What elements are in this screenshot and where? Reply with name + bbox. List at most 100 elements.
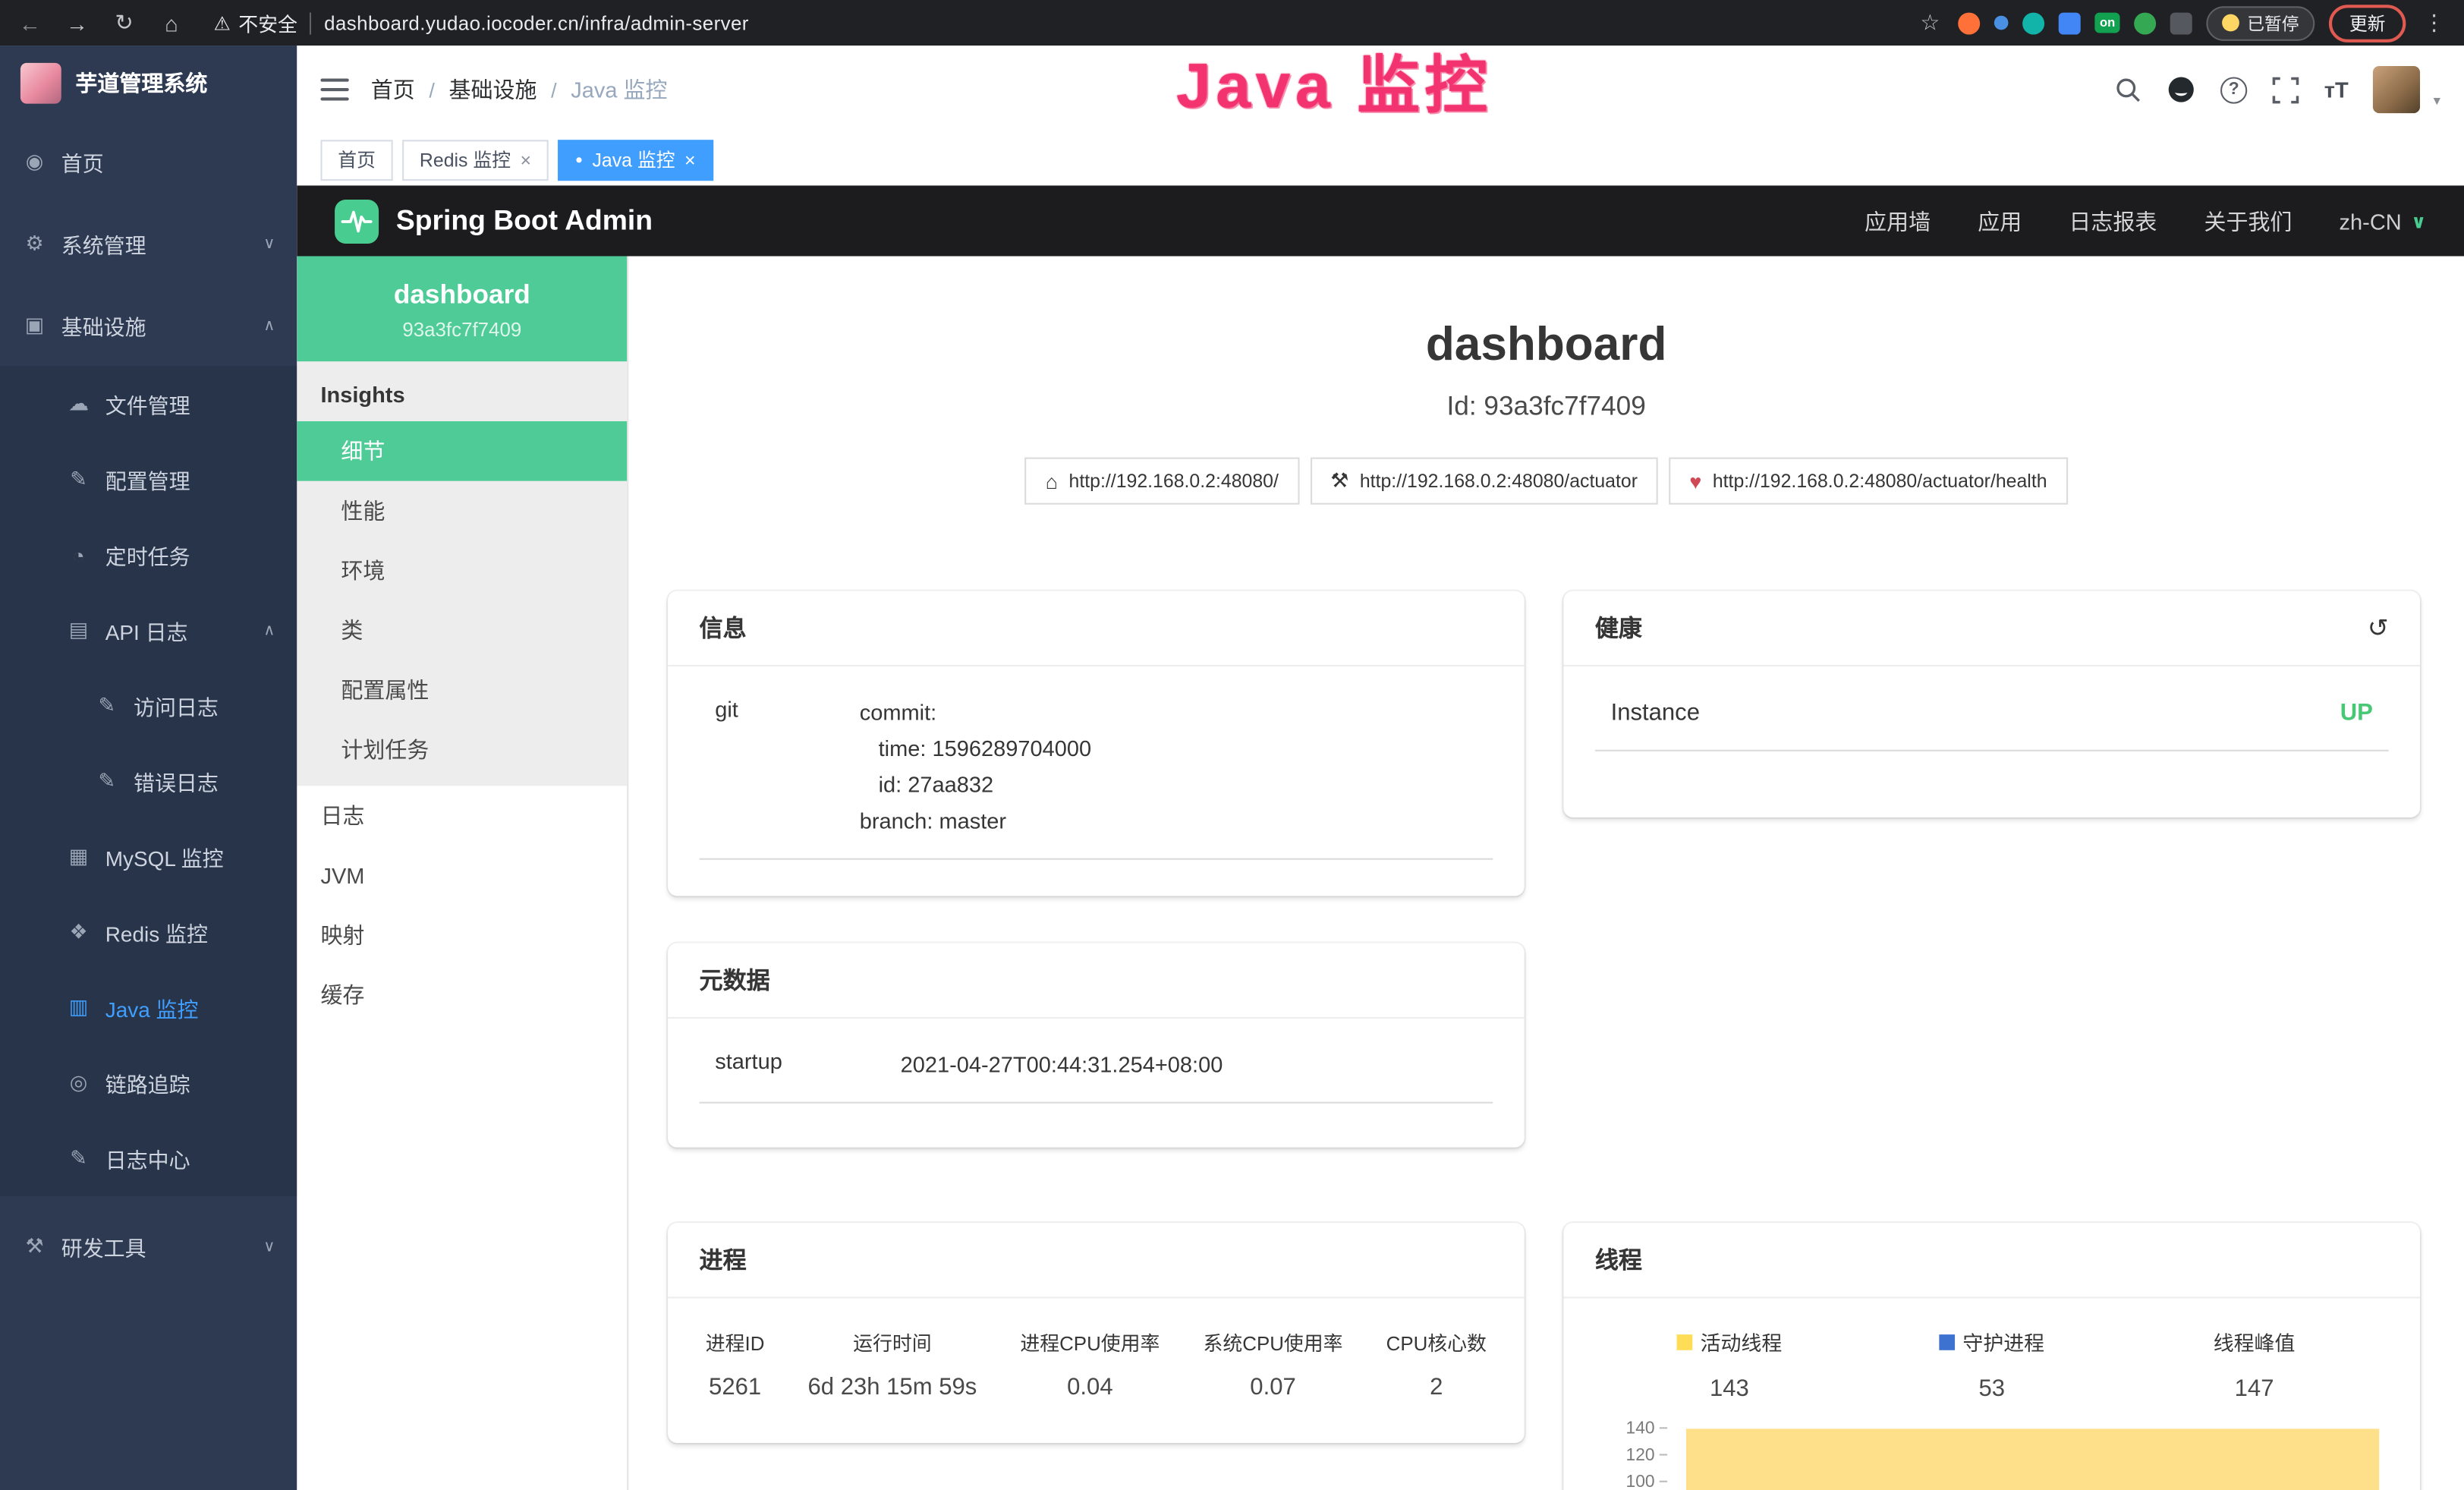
sidebar-item-system-mgmt[interactable]: ⚙ 系统管理 ∨ [0,203,297,285]
sidebar-item-mappings[interactable]: 映射 [297,906,627,966]
sba-link-applications[interactable]: 应用 [1978,205,2022,236]
extension-icon[interactable] [1959,12,1981,34]
sidebar-item-dev-tools[interactable]: ⚒ 研发工具 ∨ [0,1205,297,1287]
sidebar-item-error-logs[interactable]: ✎ 错误日志 [0,743,297,818]
tab-bar: 首页 Redis 监控 × ● Java 监控 × [297,134,2464,185]
breadcrumb-home[interactable]: 首页 [371,74,415,105]
threads-chart: 140 120 100 [1611,1427,2383,1490]
sidebar-item-details[interactable]: 细节 [297,421,627,481]
sidebar-item-api-logs[interactable]: ▤ API 日志 ∧ [0,593,297,668]
instance-sidebar: dashboard 93a3fc7f7409 Insights 细节 性能 环境… [297,257,628,1490]
extension-icon[interactable] [1994,16,2009,30]
sba-link-about[interactable]: 关于我们 [2204,205,2292,236]
sidebar-item-redis-monitor[interactable]: ❖ Redis 监控 [0,894,297,969]
sidebar-item-config-mgmt[interactable]: ✎ 配置管理 [0,442,297,517]
health-url-link[interactable]: ♥ http://192.168.0.2:48080/actuator/heal… [1669,458,2067,505]
page-title: dashboard [628,319,2464,372]
bookmark-star-icon[interactable]: ☆ [1916,9,1944,36]
search-icon[interactable] [2115,76,2141,102]
sba-logo-icon [335,199,379,243]
sidebar-item-scheduled-tasks[interactable]: 计划任务 [297,720,627,780]
sidebar-item-config-props[interactable]: 配置属性 [297,660,627,720]
browser-home-icon[interactable]: ⌂ [157,10,185,35]
sidebar-item-jvm[interactable]: JVM [297,846,627,906]
process-card: 进程 进程ID 5261 运行时间 6d 23h 15m 59s [668,1223,1525,1443]
locale-select[interactable]: zh-CN ∨ [2340,208,2427,233]
java-monitor-icon: ▥ [66,995,91,1020]
github-icon[interactable] [2167,75,2195,103]
forward-icon[interactable]: → [63,10,91,35]
sidebar-item-scheduled-jobs[interactable]: ◔ 定时任务 [0,517,297,592]
tab-close-icon[interactable]: × [520,149,531,171]
warning-icon: ⚠ [214,12,231,34]
extension-icon[interactable] [2134,12,2156,34]
breadcrumb-current: Java 监控 [571,74,667,105]
browser-menu-icon[interactable]: ⋮ [2420,9,2448,36]
process-table: 进程ID 5261 运行时间 6d 23h 15m 59s 进程CPU使用率 0… [700,1308,1493,1410]
extension-icon[interactable] [2023,12,2045,34]
sidebar-item-file-mgmt[interactable]: ☁ 文件管理 [0,366,297,441]
y-axis-tick: 100 [1611,1473,1668,1490]
annotation-overlay: Java 监控 [1083,35,1586,126]
sidebar-item-logs[interactable]: 日志 [297,786,627,846]
legend-live-threads: 活动线程 143 [1598,1327,1861,1402]
metadata-card: 元数据 startup 2021-04-27T00:44:31.254+08:0… [668,943,1525,1147]
extension-on-badge[interactable]: on [2095,13,2120,33]
tab-java-monitor[interactable]: ● Java 监控 × [558,139,713,180]
help-icon[interactable]: ? [2220,76,2247,102]
chevron-up-icon: ∧ [263,622,275,639]
address-separator [310,12,312,34]
info-card-body: git commit: time: 1596289704000 id: 27aa… [668,666,1525,879]
hamburger-icon[interactable] [320,79,348,101]
tab-redis-monitor[interactable]: Redis 监控 × [402,139,549,180]
url-text: dashboard.yudao.iocoder.cn/infra/admin-s… [324,12,749,34]
sidebar-item-infrastructure[interactable]: ▣ 基础设施 ∧ [0,285,297,367]
tab-home[interactable]: 首页 [320,139,392,180]
screen: ← → ↻ ⌂ ⚠ 不安全 dashboard.yudao.iocoder.cn… [0,0,2464,1490]
app-logo [20,63,61,104]
avatar[interactable] [2374,66,2421,113]
sidebar-item-access-logs[interactable]: ✎ 访问日志 [0,668,297,743]
history-icon[interactable]: ↺ [2368,613,2389,644]
sidebar-item-tracing[interactable]: ◎ 链路追踪 [0,1045,297,1120]
breadcrumb-separator: / [429,78,435,102]
process-col-process-cpu: 进程CPU使用率 0.04 [1020,1327,1160,1400]
sidebar-item-classes[interactable]: 类 [297,600,627,660]
paused-badge[interactable]: 已暂停 [2206,5,2315,40]
tab-close-icon[interactable]: × [684,149,696,171]
sba-link-journal[interactable]: 日志报表 [2069,205,2157,236]
update-button[interactable]: 更新 [2329,4,2406,42]
metadata-card-title: 元数据 [668,943,1525,1018]
instance-header[interactable]: dashboard 93a3fc7f7409 [297,257,627,362]
sidebar-item-mysql-monitor[interactable]: ▦ MySQL 监控 [0,819,297,894]
sidebar-item-caches[interactable]: 缓存 [297,965,627,1025]
extension-icon[interactable] [2059,12,2081,34]
sidebar-item-performance[interactable]: 性能 [297,481,627,541]
reload-icon[interactable]: ↻ [110,9,138,36]
app-brand[interactable]: 芋道管理系统 [0,46,297,121]
sidebar-item-home[interactable]: ◉ 首页 [0,121,297,203]
sba-link-wallboard[interactable]: 应用墙 [1865,205,1931,236]
doc-icon: ✎ [94,693,119,718]
instance-root-items: 日志 JVM 映射 缓存 [297,786,627,1025]
sidebar-item-log-center[interactable]: ✎ 日志中心 [0,1120,297,1195]
info-card: 信息 git commit: time: 1596289704000 id: 2… [668,591,1525,896]
redis-icon: ❖ [66,919,91,944]
breadcrumb-infrastructure[interactable]: 基础设施 [448,74,537,105]
security-warning[interactable]: ⚠ 不安全 [214,8,297,37]
service-url-link[interactable]: ⌂ http://192.168.0.2:48080/ [1025,458,1299,505]
status-badge: UP [2340,700,2373,726]
actuator-url-link[interactable]: ⚒ http://192.168.0.2:48080/actuator [1310,458,1658,505]
back-icon[interactable]: ← [16,10,44,35]
sidebar-item-environment[interactable]: 环境 [297,540,627,600]
fullscreen-icon[interactable] [2272,76,2299,102]
extensions-puzzle-icon[interactable] [2170,12,2192,34]
chevron-down-icon: ∨ [263,235,275,253]
process-col-cpus: CPU核心数 2 [1386,1327,1487,1400]
health-card-body: Instance UP [1563,666,2420,770]
sidebar-item-java-monitor[interactable]: ▥ Java 监控 [0,970,297,1045]
font-size-icon[interactable]: тT [2324,77,2349,102]
emoji-face-icon [2222,14,2239,32]
address-bar[interactable]: ⚠ 不安全 dashboard.yudao.iocoder.cn/infra/a… [214,8,749,37]
sba-brand-title[interactable]: Spring Boot Admin [396,204,653,237]
